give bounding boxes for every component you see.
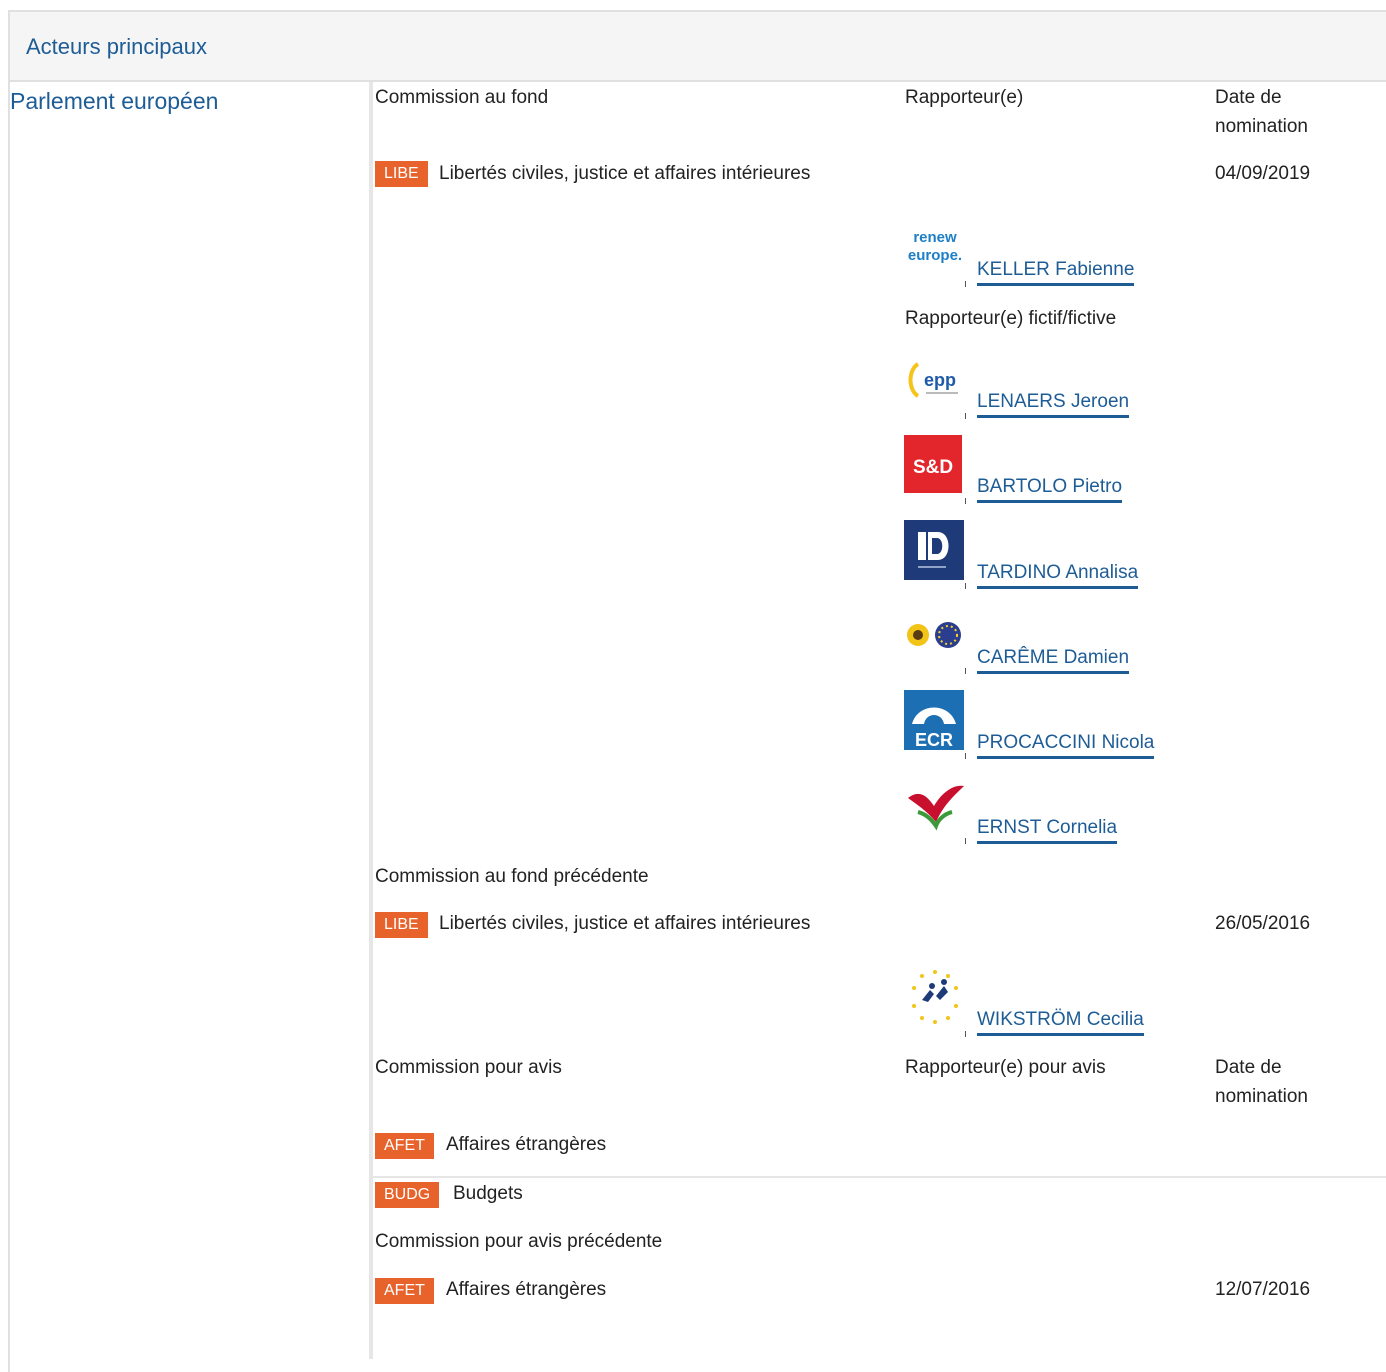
committee-badge-libe: LIBE	[375, 912, 428, 938]
svg-text:S&D: S&D	[913, 457, 953, 478]
rapporteur-link[interactable]: KELLER Fabienne	[977, 258, 1135, 286]
opinion-commission-header: Commission pour avis	[375, 1057, 562, 1078]
shadow-rapporteur-link[interactable]: BARTOLO Pietro	[977, 475, 1123, 503]
alde-logo	[904, 966, 966, 1028]
committee-name: Affaires étrangères	[446, 1134, 607, 1155]
committee-badge-afet: AFET	[375, 1278, 434, 1304]
separator-mark	[965, 498, 966, 504]
shadow-rapporteur-link[interactable]: PROCACCINI Nicola	[977, 731, 1155, 759]
shadow-rapporteur-link[interactable]: LENAERS Jeroen	[977, 390, 1130, 418]
rapporteur-header: Rapporteur(e)	[905, 87, 1024, 108]
shadow-rapporteur-link[interactable]: CARÊME Damien	[977, 646, 1130, 674]
renew-europe-logo: renew europe.	[904, 218, 966, 280]
panel-frame	[8, 10, 1386, 1372]
svg-text:epp: epp	[924, 370, 956, 390]
nomination-date: 26/05/2016	[1215, 913, 1311, 934]
separator-mark	[965, 838, 966, 844]
shadow-rapporteur-link[interactable]: TARDINO Annalisa	[977, 561, 1139, 589]
previous-opinion-header: Commission pour avis précédente	[375, 1231, 663, 1252]
separator-mark	[965, 583, 966, 589]
date-header-line2: nomination	[1215, 116, 1308, 137]
committee-name: Libertés civiles, justice et affaires in…	[439, 163, 811, 184]
previous-lead-header: Commission au fond précédente	[375, 866, 649, 887]
shadow-rapporteur-link[interactable]: ERNST Cornelia	[977, 816, 1118, 844]
nomination-date: 12/07/2016	[1215, 1279, 1311, 1300]
epp-logo: epp	[904, 350, 966, 412]
gue-ngl-logo	[904, 776, 966, 838]
separator-mark	[965, 413, 966, 419]
institution-title: Parlement européen	[10, 88, 219, 114]
opinion-rapporteur-header: Rapporteur(e) pour avis	[905, 1057, 1106, 1078]
svg-text:europe.: europe.	[908, 247, 962, 264]
committee-badge-libe: LIBE	[375, 161, 428, 187]
committee-name: Affaires étrangères	[446, 1279, 607, 1300]
rapporteur-link[interactable]: WIKSTRÖM Cecilia	[977, 1008, 1144, 1036]
section-header	[10, 12, 1386, 82]
section-title: Acteurs principaux	[26, 34, 207, 59]
committee-name: Libertés civiles, justice et affaires in…	[439, 913, 811, 934]
svg-text:renew: renew	[913, 229, 957, 246]
greens-efa-logo	[904, 605, 966, 667]
committee-name: Budgets	[453, 1183, 523, 1204]
lead-commission-header: Commission au fond	[375, 87, 549, 108]
shadow-rapporteur-header: Rapporteur(e) fictif/fictive	[905, 308, 1117, 329]
separator-mark	[965, 668, 966, 674]
column-separator	[369, 82, 373, 1359]
committee-badge-budg: BUDG	[375, 1182, 440, 1208]
svg-text:ECR: ECR	[915, 730, 953, 750]
separator-mark	[965, 281, 966, 287]
separator-mark	[965, 1031, 966, 1037]
nomination-date: 04/09/2019	[1215, 163, 1311, 184]
date-header-line2: nomination	[1215, 1086, 1308, 1107]
s-and-d-logo: S&D	[904, 435, 966, 497]
id-logo	[904, 520, 966, 582]
committee-badge-afet: AFET	[375, 1133, 434, 1159]
date-header-line1: Date de	[1215, 87, 1282, 108]
row-separator	[373, 1176, 1386, 1178]
date-header-line1: Date de	[1215, 1057, 1282, 1078]
ecr-logo: ECR	[904, 690, 966, 752]
separator-mark	[965, 753, 966, 759]
